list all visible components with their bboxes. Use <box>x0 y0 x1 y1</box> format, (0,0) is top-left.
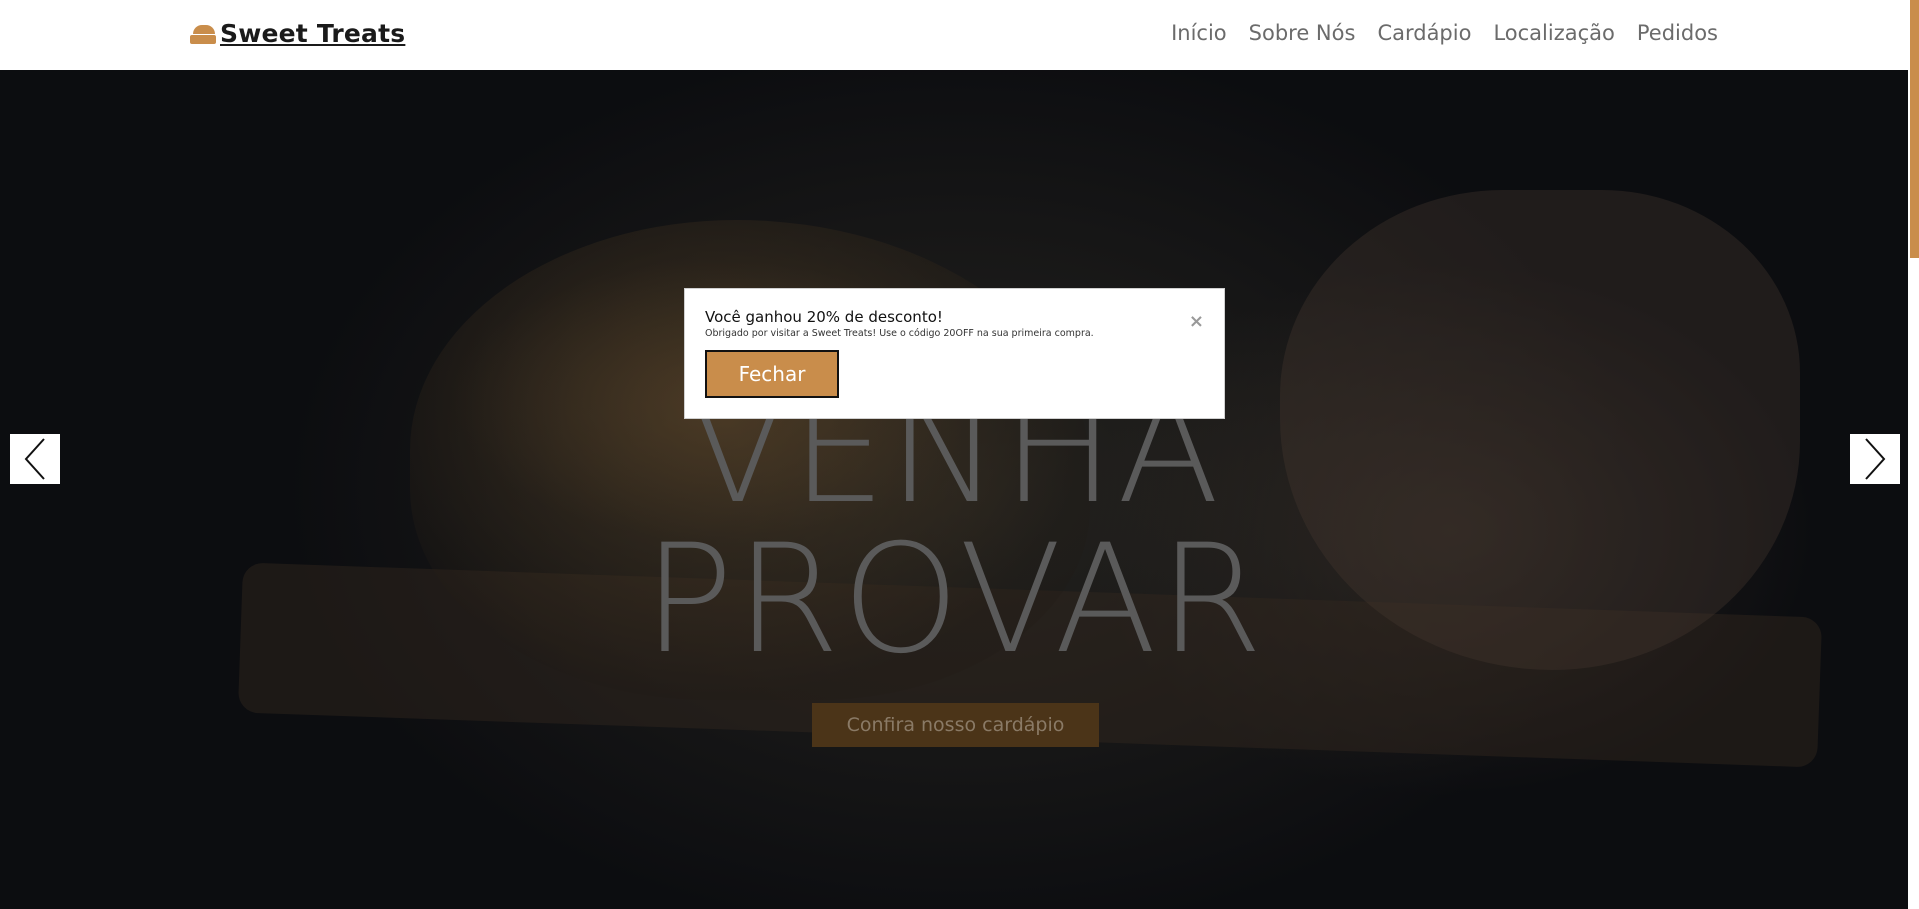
nav-link-pedidos[interactable]: Pedidos <box>1637 21 1718 45</box>
chevron-right-icon <box>1865 438 1886 480</box>
modal-title: Você ganhou 20% de desconto! <box>705 308 943 326</box>
carousel-prev-button[interactable] <box>10 434 60 484</box>
hero-title-line2: PROVAR <box>643 513 1265 687</box>
scrollbar-thumb[interactable] <box>1910 0 1919 258</box>
nav-link-localizacao[interactable]: Localização <box>1493 21 1614 45</box>
close-modal-button[interactable]: Fechar <box>705 350 839 398</box>
modal-message: Obrigado por visitar a Sweet Treats! Use… <box>705 328 1094 339</box>
page-scrollbar[interactable] <box>1908 0 1919 909</box>
chevron-left-icon <box>24 438 45 480</box>
nav-link-inicio[interactable]: Início <box>1171 21 1227 45</box>
nav-link-cardapio[interactable]: Cardápio <box>1377 21 1471 45</box>
brand-link[interactable]: Sweet Treats <box>190 19 405 48</box>
discount-modal: Você ganhou 20% de desconto! Obrigado po… <box>684 288 1225 419</box>
cake-slice-icon <box>190 24 216 44</box>
main-nav: Início Sobre Nós Cardápio Localização Pe… <box>1149 21 1718 45</box>
carousel-next-button[interactable] <box>1850 434 1900 484</box>
brand-name: Sweet Treats <box>220 19 406 48</box>
site-header: Sweet Treats Início Sobre Nós Cardápio L… <box>0 0 1908 70</box>
nav-link-sobre-nos[interactable]: Sobre Nós <box>1249 21 1356 45</box>
close-icon[interactable]: × <box>1189 313 1204 331</box>
menu-cta-button[interactable]: Confira nosso cardápio <box>812 703 1099 747</box>
hero-carousel: VENHA PROVAR Confira nosso cardápio <box>0 70 1908 909</box>
